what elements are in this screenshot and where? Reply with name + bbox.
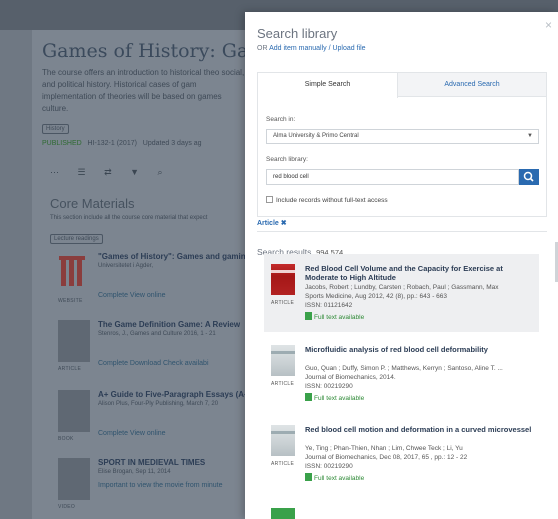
fulltext-link[interactable]: Full text available xyxy=(305,393,364,402)
search-input[interactable]: red blood cell xyxy=(266,169,519,185)
section-tag[interactable]: Lecture readings xyxy=(50,234,103,244)
result-source: Sports Medicine, Aug 2012, 42 (8), pp.: … xyxy=(305,293,448,300)
course-description: The course offers an introduction to his… xyxy=(42,68,245,113)
item-subtitle: Elise Brogan, Sep 11, 2014 xyxy=(98,469,171,475)
item-thumbnail xyxy=(58,320,90,362)
section-description: This section include all the course core… xyxy=(50,215,208,221)
result-type: ARTICLE xyxy=(271,381,295,387)
chevron-down-icon: ▼ xyxy=(527,133,533,139)
result-title[interactable]: Red Blood Cell Volume and the Capacity f… xyxy=(305,264,533,282)
fulltext-link[interactable]: Full text available xyxy=(305,312,364,321)
result-title[interactable]: Microfluidic analysis of red blood cell … xyxy=(305,345,533,354)
course-tag[interactable]: History xyxy=(42,124,69,134)
tab-advanced-search[interactable]: Advanced Search xyxy=(398,73,546,97)
result-authors: Guo, Quan ; Duffy, Simon P. ; Matthews, … xyxy=(305,365,503,372)
result-issn: ISSN: 00219290 xyxy=(305,383,353,390)
result-type: ARTICLE xyxy=(271,461,295,467)
list-item[interactable]: BOOK A+ Guide to Five-Paragraph Essays (… xyxy=(50,390,250,460)
article-filter-tag[interactable]: Article ✖ xyxy=(257,219,287,227)
list-item[interactable]: VIDEO SPORT IN MEDIEVAL TIMES Elise Brog… xyxy=(50,458,250,519)
modal-subtitle: OR Add item manually / Upload file xyxy=(257,45,366,52)
result-title[interactable]: Red blood cell motion and deformation in… xyxy=(305,425,533,434)
item-type: VIDEO xyxy=(58,504,76,510)
result-authors: Ye, Ting ; Phan-Thien, Nhan ; Lim, Chwee… xyxy=(305,445,463,452)
item-type: ARTICLE xyxy=(58,366,82,372)
search-panel: Simple Search Advanced Search Search in:… xyxy=(257,72,547,217)
result-item[interactable]: ARTICLE Red Blood Cell Volume and the Ca… xyxy=(264,254,539,332)
search-icon xyxy=(523,171,534,182)
search-in-label: Search in: xyxy=(266,116,296,123)
search-in-value: Alma University & Primo Central xyxy=(273,133,359,139)
result-authors: Jacobs, Robert ; Lundby, Carsten ; Robac… xyxy=(305,284,499,291)
course-meta: PUBLISHED HI-132-1 (2017) Updated 3 days… xyxy=(42,140,202,147)
tab-simple-search[interactable]: Simple Search xyxy=(258,73,398,98)
item-title[interactable]: A+ Guide to Five-Paragraph Essays (A+ xyxy=(98,390,249,399)
item-actions[interactable]: Complete Download Check availabi xyxy=(98,360,209,367)
close-icon[interactable]: × xyxy=(545,18,552,32)
fulltext-checkbox[interactable]: Include records without full-text access xyxy=(266,196,388,204)
result-source: Journal of Biomechanics, Dec 08, 2017, 6… xyxy=(305,454,468,461)
result-type: ARTICLE xyxy=(271,300,295,306)
search-row: red blood cell xyxy=(266,169,539,185)
published-status: PUBLISHED xyxy=(42,140,82,147)
list-item[interactable]: ARTICLE The Game Definition Game: A Revi… xyxy=(50,320,250,390)
document-icon xyxy=(305,473,312,481)
item-thumbnail xyxy=(58,390,90,432)
checkbox-box[interactable] xyxy=(266,196,273,203)
course-code: HI-132-1 (2017) xyxy=(87,140,137,147)
item-thumbnail xyxy=(58,458,90,500)
item-subtitle: Alison Plus, Four-Ply Publishing, March … xyxy=(98,401,219,407)
list-item[interactable]: WEBSITE "Games of History": Games and ga… xyxy=(50,252,251,322)
toolbar-icons[interactable]: ⋯ ☰ ⇄ ▼ ⌕ xyxy=(50,167,171,178)
updated-text: Updated 3 days ag xyxy=(142,140,202,147)
item-thumbnail xyxy=(58,252,90,294)
subtitle-prefix: OR xyxy=(257,45,270,52)
item-type: WEBSITE xyxy=(58,298,83,304)
item-actions[interactable]: Complete View online xyxy=(98,292,166,299)
item-actions[interactable]: Complete View online xyxy=(98,430,166,437)
result-thumbnail xyxy=(271,425,295,456)
result-thumbnail xyxy=(271,345,295,376)
document-icon xyxy=(305,393,312,401)
search-library-label: Search library: xyxy=(266,156,308,163)
result-issn: ISSN: 01121642 xyxy=(305,302,353,309)
checkbox-label: Include records without full-text access xyxy=(276,197,388,204)
item-title[interactable]: The Game Definition Game: A Review xyxy=(98,320,240,329)
divider xyxy=(257,231,547,232)
modal-title: Search library xyxy=(257,26,338,41)
result-item[interactable]: ARTICLE Red blood cell motion and deform… xyxy=(264,415,539,493)
item-subtitle: Universitetet i Agder, xyxy=(98,263,154,269)
result-thumbnail xyxy=(271,264,295,295)
add-manually-link[interactable]: Add item manually / Upload file xyxy=(269,45,366,52)
search-in-select[interactable]: Alma University & Primo Central ▼ xyxy=(266,129,539,144)
item-type: BOOK xyxy=(58,436,74,442)
course-title: Games of History: Game xyxy=(42,40,278,62)
result-source: Journal of Biomechanics, 2014. xyxy=(305,374,396,381)
result-item-partial xyxy=(264,506,539,519)
result-item[interactable]: ARTICLE Microfluidic analysis of red blo… xyxy=(264,335,539,413)
item-title[interactable]: "Games of History": Games and gaming xyxy=(98,252,251,261)
search-library-modal: × Search library OR Add item manually / … xyxy=(245,12,558,519)
fulltext-link[interactable]: Full text available xyxy=(305,473,364,482)
search-tabs: Simple Search Advanced Search xyxy=(258,73,546,98)
item-subtitle: Stenros, J., Games and Culture 2016, 1 -… xyxy=(98,331,216,337)
document-icon xyxy=(305,312,312,320)
item-title[interactable]: SPORT IN MEDIEVAL TIMES xyxy=(98,458,205,467)
result-issn: ISSN: 00219290 xyxy=(305,463,353,470)
item-actions: Important to view the movie from minute xyxy=(98,482,223,489)
search-button[interactable] xyxy=(519,169,539,185)
section-title: Core Materials xyxy=(50,196,135,211)
